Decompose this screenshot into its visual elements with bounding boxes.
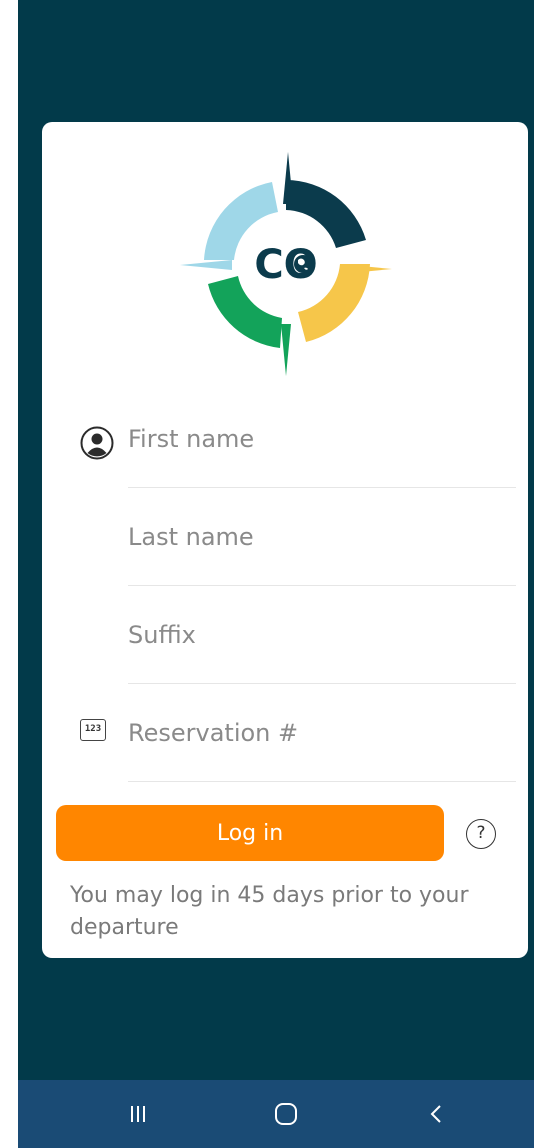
login-card: CO 123 Log in ? You may log in 45 days p bbox=[42, 122, 528, 958]
home-button[interactable] bbox=[246, 1080, 326, 1148]
first-name-input[interactable] bbox=[128, 392, 516, 486]
app-screen: CO 123 Log in ? You may log in 45 days p bbox=[18, 0, 534, 1148]
recent-apps-icon bbox=[131, 1106, 145, 1122]
login-note: You may log in 45 days prior to your dep… bbox=[70, 883, 469, 940]
help-icon[interactable]: ? bbox=[466, 819, 496, 849]
home-icon bbox=[275, 1103, 297, 1125]
logo-needle-south bbox=[281, 324, 291, 376]
first-name-field bbox=[128, 392, 516, 488]
system-nav-bar bbox=[18, 1080, 534, 1148]
back-icon bbox=[430, 1105, 441, 1123]
last-name-input[interactable] bbox=[128, 490, 516, 584]
number-pad-icon: 123 bbox=[80, 719, 106, 741]
person-icon bbox=[80, 426, 114, 460]
logo-needle-west bbox=[180, 260, 232, 270]
last-name-field bbox=[128, 490, 516, 586]
login-button[interactable]: Log in bbox=[56, 805, 444, 861]
suffix-input[interactable] bbox=[128, 588, 516, 682]
reservation-input[interactable] bbox=[128, 686, 516, 780]
back-button[interactable] bbox=[396, 1080, 476, 1148]
compass-globe-logo: CO bbox=[180, 152, 392, 376]
suffix-field bbox=[128, 588, 516, 684]
recent-apps-button[interactable] bbox=[98, 1080, 178, 1148]
reservation-field bbox=[128, 686, 516, 782]
